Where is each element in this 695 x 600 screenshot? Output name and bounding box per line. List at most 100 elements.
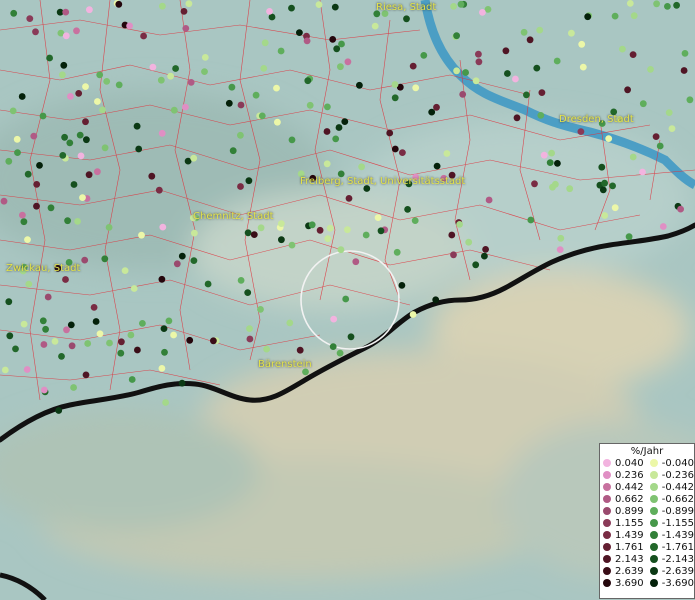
station-marker[interactable] xyxy=(557,234,565,242)
station-marker[interactable] xyxy=(537,112,545,119)
station-marker[interactable] xyxy=(1,366,9,374)
station-marker[interactable] xyxy=(246,325,253,332)
station-marker[interactable] xyxy=(584,13,592,21)
station-marker[interactable] xyxy=(296,29,303,36)
station-marker[interactable] xyxy=(12,345,19,353)
station-marker[interactable] xyxy=(533,64,541,72)
station-marker[interactable] xyxy=(33,181,41,188)
station-marker[interactable] xyxy=(73,27,80,35)
station-marker[interactable] xyxy=(33,202,40,210)
station-marker[interactable] xyxy=(336,349,344,357)
station-marker[interactable] xyxy=(82,118,89,126)
station-marker[interactable] xyxy=(117,349,125,357)
station-marker[interactable] xyxy=(42,325,49,333)
station-marker[interactable] xyxy=(288,136,296,144)
station-marker[interactable] xyxy=(308,221,316,229)
station-marker[interactable] xyxy=(59,152,67,159)
station-marker[interactable] xyxy=(14,149,21,157)
station-marker[interactable] xyxy=(96,330,104,338)
station-marker[interactable] xyxy=(250,231,258,239)
station-marker[interactable] xyxy=(554,160,561,167)
station-marker[interactable] xyxy=(161,348,168,356)
station-marker[interactable] xyxy=(432,296,440,304)
station-marker[interactable] xyxy=(333,45,341,53)
station-marker[interactable] xyxy=(453,67,460,75)
station-marker[interactable] xyxy=(6,332,14,340)
station-marker[interactable] xyxy=(158,275,166,283)
station-marker[interactable] xyxy=(356,81,363,89)
station-marker[interactable] xyxy=(316,226,324,234)
station-marker[interactable] xyxy=(79,194,86,202)
station-marker[interactable] xyxy=(556,246,564,254)
station-marker[interactable] xyxy=(25,280,33,288)
station-marker[interactable] xyxy=(335,124,343,131)
station-marker[interactable] xyxy=(257,224,265,232)
station-marker[interactable] xyxy=(64,217,71,225)
station-marker[interactable] xyxy=(337,246,345,254)
station-marker[interactable] xyxy=(103,78,111,85)
station-marker[interactable] xyxy=(18,93,26,100)
station-marker[interactable] xyxy=(229,147,237,155)
station-marker[interactable] xyxy=(138,231,145,239)
station-marker[interactable] xyxy=(527,216,535,224)
station-marker[interactable] xyxy=(61,133,68,141)
station-marker[interactable] xyxy=(90,304,98,311)
station-marker[interactable] xyxy=(481,252,488,260)
station-marker[interactable] xyxy=(579,63,587,71)
station-marker[interactable] xyxy=(409,311,417,318)
station-marker[interactable] xyxy=(386,129,394,137)
station-marker[interactable] xyxy=(393,248,401,256)
station-marker[interactable] xyxy=(75,90,83,97)
station-marker[interactable] xyxy=(5,157,13,165)
station-marker[interactable] xyxy=(332,135,340,143)
station-marker[interactable] xyxy=(398,282,406,289)
station-marker[interactable] xyxy=(512,75,519,83)
station-marker[interactable] xyxy=(412,84,420,92)
station-marker[interactable] xyxy=(520,28,528,36)
station-marker[interactable] xyxy=(374,214,382,222)
station-marker[interactable] xyxy=(182,103,189,111)
station-marker[interactable] xyxy=(24,236,31,244)
station-marker[interactable] xyxy=(24,170,32,178)
station-marker[interactable] xyxy=(39,112,47,120)
station-marker[interactable] xyxy=(450,251,457,259)
station-marker[interactable] xyxy=(453,32,460,40)
station-marker[interactable] xyxy=(549,183,556,191)
station-marker[interactable] xyxy=(659,223,667,230)
station-marker[interactable] xyxy=(277,47,285,55)
station-marker[interactable] xyxy=(82,83,89,90)
station-marker[interactable] xyxy=(170,331,178,339)
station-marker[interactable] xyxy=(448,231,456,239)
station-marker[interactable] xyxy=(191,229,198,237)
station-marker[interactable] xyxy=(403,15,410,23)
station-marker[interactable] xyxy=(59,71,66,79)
station-marker[interactable] xyxy=(62,32,70,40)
station-marker[interactable] xyxy=(74,218,81,225)
station-marker[interactable] xyxy=(344,58,352,66)
station-marker[interactable] xyxy=(624,86,631,94)
station-marker[interactable] xyxy=(85,171,93,179)
station-marker[interactable] xyxy=(201,54,209,61)
station-marker[interactable] xyxy=(540,151,548,159)
station-marker[interactable] xyxy=(170,106,178,114)
station-marker[interactable] xyxy=(165,317,173,325)
station-marker[interactable] xyxy=(158,365,166,372)
station-marker[interactable] xyxy=(428,108,436,116)
station-marker[interactable] xyxy=(656,142,664,150)
station-marker[interactable] xyxy=(306,101,314,109)
station-marker[interactable] xyxy=(647,66,654,73)
station-marker[interactable] xyxy=(126,22,133,30)
station-marker[interactable] xyxy=(665,109,673,116)
station-marker[interactable] xyxy=(94,98,101,105)
station-marker[interactable] xyxy=(121,267,129,274)
station-marker[interactable] xyxy=(485,196,493,204)
station-marker[interactable] xyxy=(204,280,212,288)
station-marker[interactable] xyxy=(362,231,370,239)
station-marker[interactable] xyxy=(629,51,637,58)
station-marker[interactable] xyxy=(140,32,148,40)
station-marker[interactable] xyxy=(652,133,660,141)
station-marker[interactable] xyxy=(62,276,69,283)
station-marker[interactable] xyxy=(130,285,138,292)
station-marker[interactable] xyxy=(190,154,198,162)
station-marker[interactable] xyxy=(479,9,486,16)
